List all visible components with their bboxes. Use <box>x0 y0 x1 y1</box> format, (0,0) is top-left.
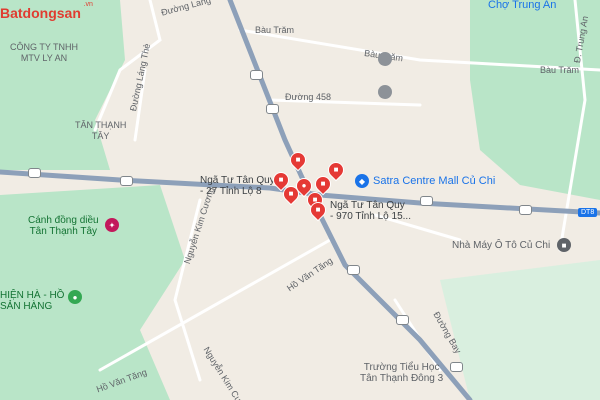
company-label-line1: CÔNG TY TNHH <box>10 42 79 52</box>
area-label: TÂN THẠNH TÂY <box>75 120 126 142</box>
brand-logo: Batdongsan .vn <box>0 1 93 21</box>
poi-label-factory[interactable]: Nhà Máy Ô Tô Củ Chi <box>452 240 550 251</box>
kite-icon[interactable]: ✦ <box>105 218 119 232</box>
bus-stop-icon[interactable] <box>420 196 433 206</box>
park-area <box>440 260 600 400</box>
market-icon[interactable]: ● <box>68 290 82 304</box>
place-label: Bàu Trăm <box>540 65 580 75</box>
poi-label-hien-ha[interactable]: HIỆN HÀ - HỒ SẢN HÀNG <box>0 290 64 312</box>
street-label: Đường 458 <box>285 92 331 102</box>
place-label: Bàu Trăm <box>255 25 295 35</box>
bus-stop-icon[interactable] <box>120 176 133 186</box>
poi-label-satra[interactable]: Satra Centre Mall Củ Chi <box>373 176 495 187</box>
poi-label-line1: HIỆN HÀ - HỒ <box>0 290 65 301</box>
intersection-label-line1: Ngã Tư Tân Quy <box>330 200 405 211</box>
poi-label-line1: Trường Tiểu Học <box>363 362 440 373</box>
poi-label-line2: Tân Thạnh Đông 3 <box>360 373 444 384</box>
bus-stop-icon[interactable] <box>519 205 532 215</box>
map-base <box>0 0 600 400</box>
area-label-line2: TÂY <box>91 131 110 141</box>
bus-stop-icon[interactable] <box>266 104 279 114</box>
company-label-line2: MTV LY AN <box>20 53 68 63</box>
route-shield: DT8 <box>578 208 598 217</box>
poi-label-line2: Tân Thạnh Tây <box>29 226 98 237</box>
school-icon[interactable] <box>378 85 392 99</box>
shopping-bag-icon[interactable]: ◆ <box>355 174 369 188</box>
poi-label-line1: Cánh đồng diều <box>28 215 99 226</box>
park-area <box>0 0 125 170</box>
brand-name: Batdongsan <box>0 5 81 21</box>
company-label: CÔNG TY TNHH MTV LY AN <box>10 42 78 64</box>
bus-stop-icon[interactable] <box>28 168 41 178</box>
bus-stop-icon[interactable] <box>250 70 263 80</box>
brand-suffix: .vn <box>83 1 93 8</box>
intersection-label: Ngã Tư Tân Quy - 970 Tỉnh Lộ 15... <box>330 200 411 222</box>
place-icon[interactable] <box>378 52 392 66</box>
poi-label-line2: SẢN HÀNG <box>0 301 53 312</box>
intersection-label-line1: Ngã Tư Tân Quy <box>200 175 275 186</box>
poi-label-cho-trung-an[interactable]: Chợ Trung An <box>488 0 556 11</box>
factory-icon[interactable]: ■ <box>557 238 571 252</box>
bus-stop-icon[interactable] <box>450 362 463 372</box>
map-canvas[interactable]: Batdongsan .vn Đường Lang Bàu Trăm Bàu Tr… <box>0 0 600 400</box>
poi-label-kite-field[interactable]: Cánh đồng diều Tân Thạnh Tây <box>28 215 99 237</box>
bus-stop-icon[interactable] <box>396 315 409 325</box>
poi-label-school[interactable]: Trường Tiểu Học Tân Thạnh Đông 3 <box>360 362 443 384</box>
intersection-label-line2: - 970 Tỉnh Lộ 15... <box>330 211 411 222</box>
area-label-line1: TÂN THẠNH <box>75 120 127 130</box>
bus-stop-icon[interactable] <box>347 265 360 275</box>
